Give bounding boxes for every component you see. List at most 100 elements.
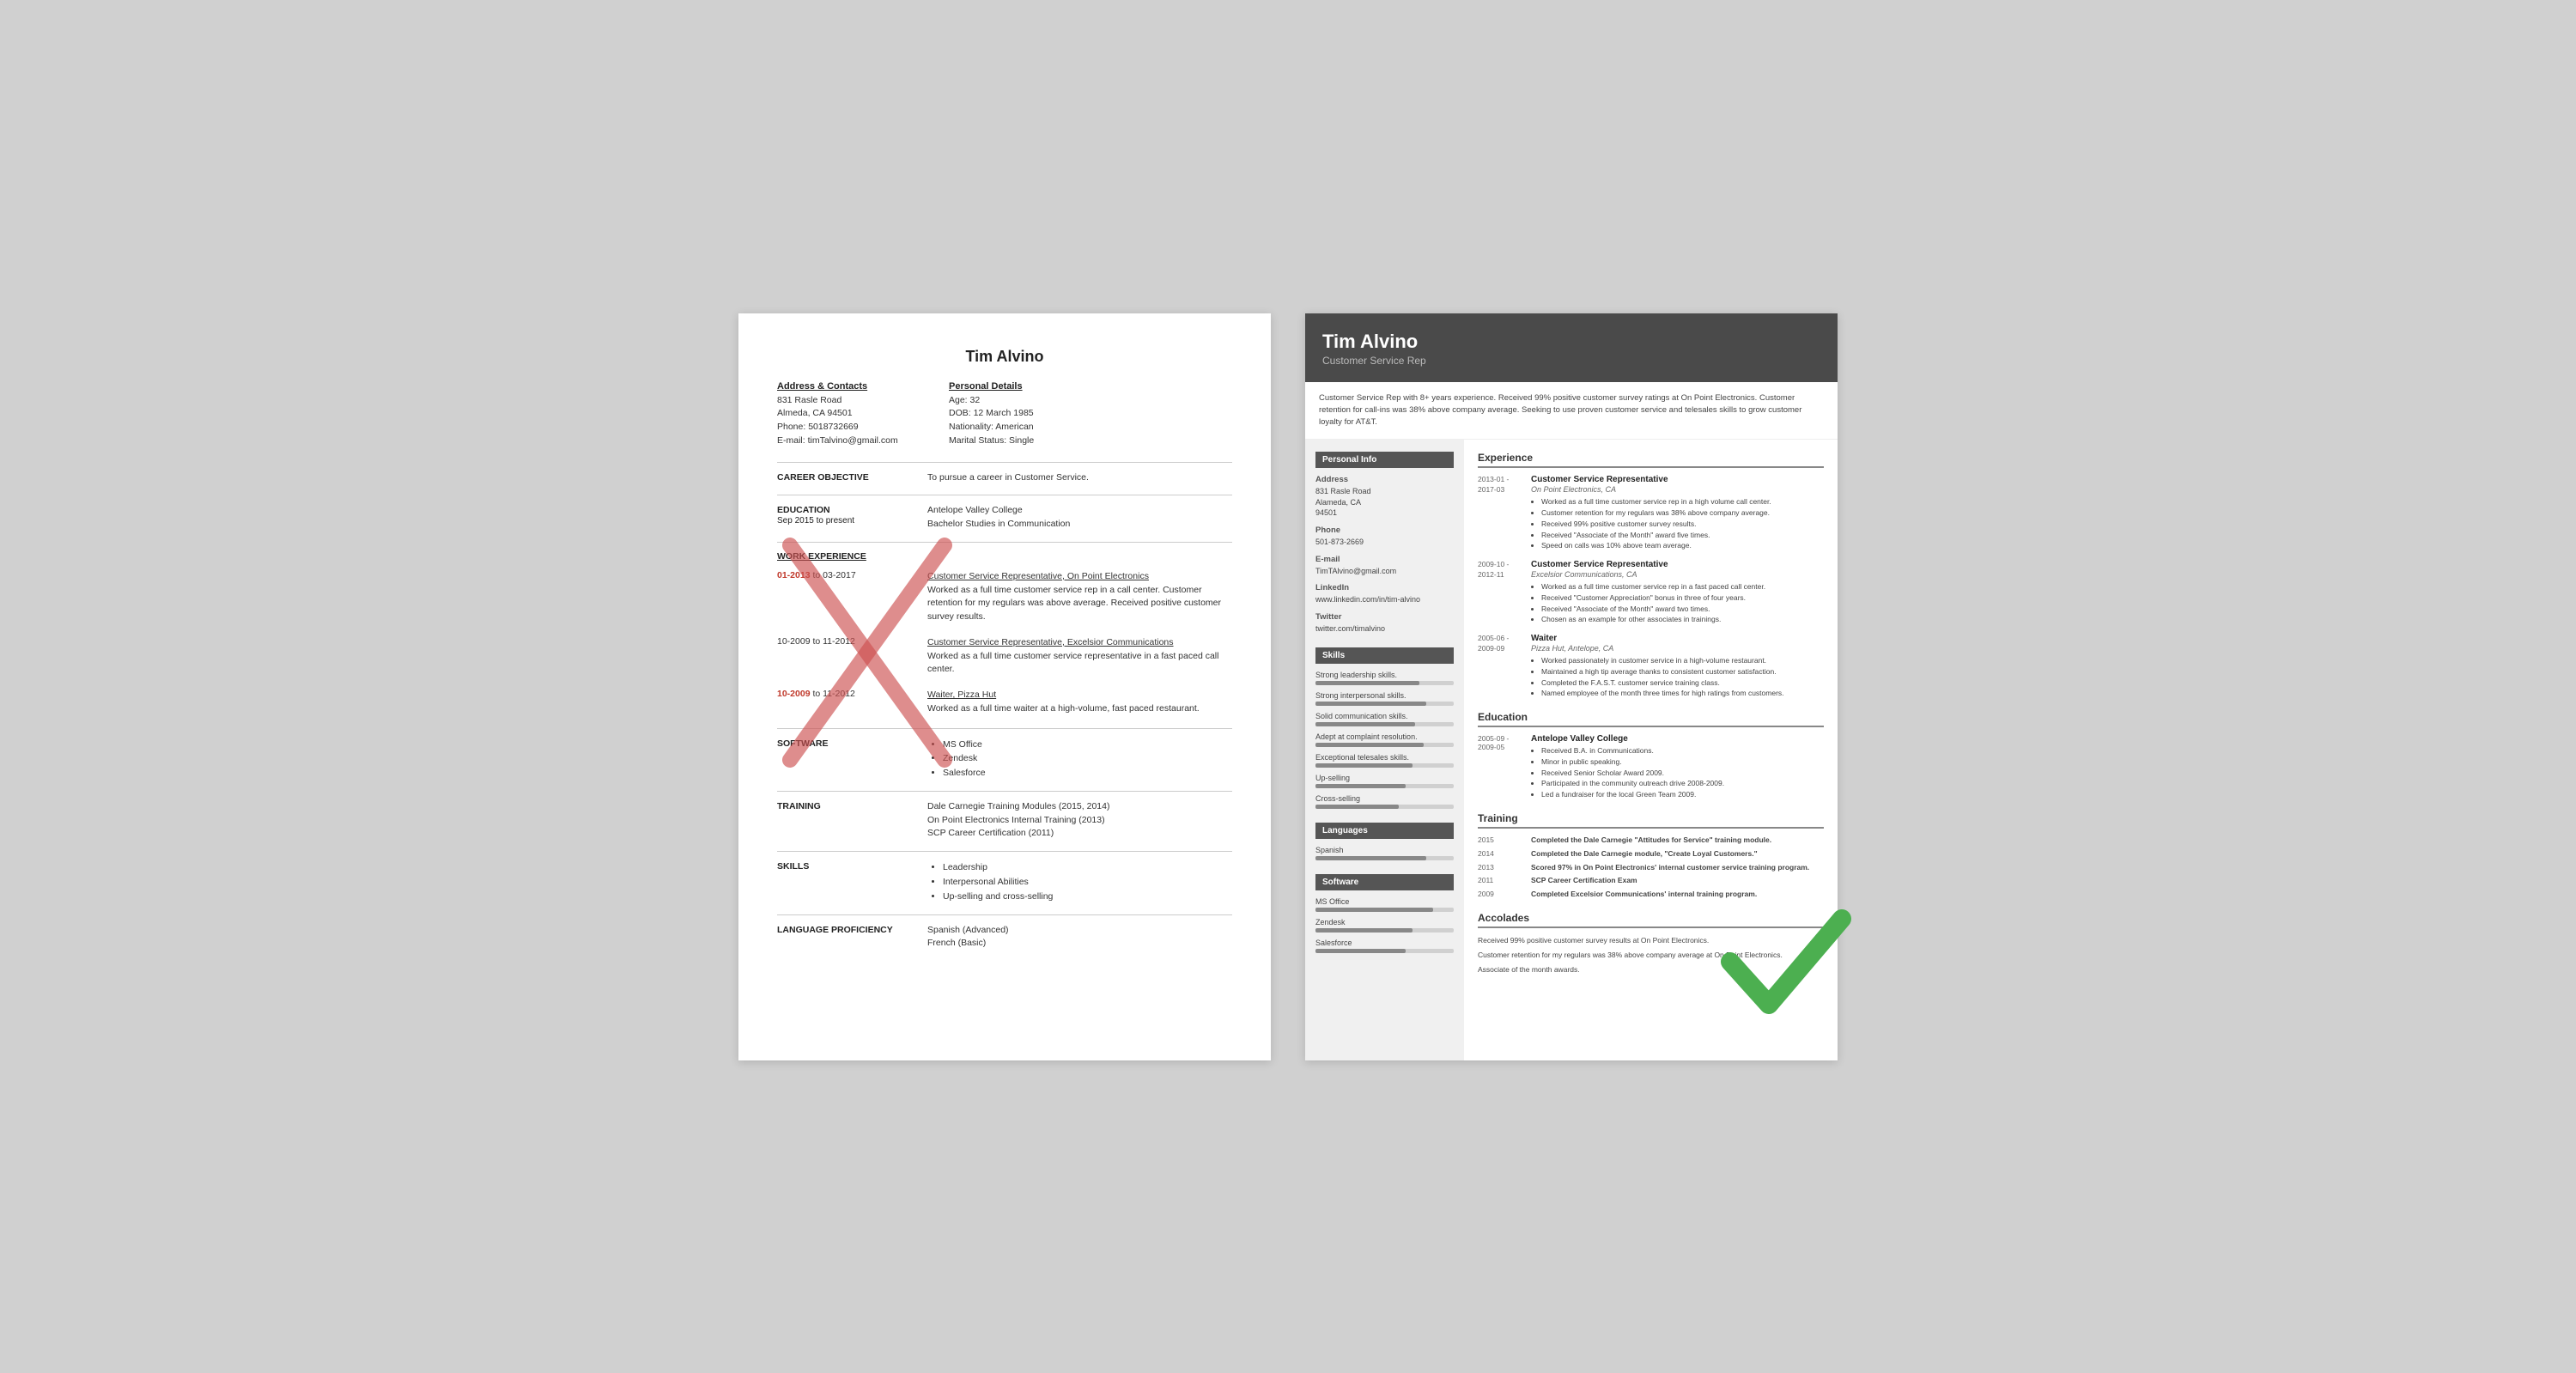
bad-address-text: 831 Rasle Road Almeda, CA 94501 Phone: 5… xyxy=(777,394,923,448)
exp-bullet: Chosen as an example for other associate… xyxy=(1541,614,1824,625)
good-resume-body: Personal Info Address 831 Rasle RoadAlam… xyxy=(1305,440,1838,1060)
bad-address-heading: Address & Contacts xyxy=(777,381,923,392)
sidebar-languages: Languages Spanish xyxy=(1315,823,1454,860)
exp-date-3: 2005-06 -2009-09 xyxy=(1478,634,1531,699)
sidebar-email-value: TimTAlvino@gmail.com xyxy=(1315,566,1454,577)
bad-language-label: LANGUAGE PROFICIENCY xyxy=(777,924,927,951)
sidebar-email-label: E-mail xyxy=(1315,555,1454,564)
sidebar-twitter-value: twitter.com/timalvino xyxy=(1315,623,1454,635)
bad-work-section: WORK EXPERIENCE 01-2013 to 03-2017 Custo… xyxy=(777,551,1232,716)
skill-complaint: Adept at complaint resolution. xyxy=(1315,732,1454,747)
main-accolades: Accolades Received 99% positive customer… xyxy=(1478,912,1824,975)
edu-bullet: Led a fundraiser for the local Green Tea… xyxy=(1541,789,1824,800)
bad-education-block: EDUCATION Sep 2015 to present Antelope V… xyxy=(777,504,1232,532)
sidebar-address-label: Address xyxy=(1315,475,1454,484)
bad-software-2: Zendesk xyxy=(943,751,1232,766)
good-sidebar: Personal Info Address 831 Rasle RoadAlam… xyxy=(1305,440,1464,1060)
exp-detail-3: Waiter Pizza Hut, Antelope, CA Worked pa… xyxy=(1531,634,1824,699)
bad-work-label: WORK EXPERIENCE xyxy=(777,551,1232,562)
education-title: Education xyxy=(1478,711,1824,727)
bad-work-date-2: 10-2009 to 11-2012 xyxy=(777,636,927,677)
bad-education-label: EDUCATION Sep 2015 to present xyxy=(777,504,927,532)
exp-bullet: Named employee of the month three times … xyxy=(1541,688,1824,699)
sidebar-software-title: Software xyxy=(1315,874,1454,890)
sidebar-personal: Personal Info Address 831 Rasle RoadAlam… xyxy=(1315,452,1454,634)
bad-personal-heading: Personal Details xyxy=(949,381,1232,392)
bad-software-content: MS Office Zendesk Salesforce xyxy=(927,738,1232,781)
bad-work-entry-2: 10-2009 to 11-2012 Customer Service Repr… xyxy=(777,636,1232,677)
bad-work-title-2: Customer Service Representative, Excelsi… xyxy=(927,637,1174,647)
exp-bullet: Received "Associate of the Month" award … xyxy=(1541,530,1824,541)
sidebar-software: Software MS Office Zendesk Salesforce xyxy=(1315,874,1454,953)
good-resume-title: Customer Service Rep xyxy=(1322,355,1820,367)
bad-training-label: TRAINING xyxy=(777,800,927,841)
bad-work-content-2: Customer Service Representative, Excelsi… xyxy=(927,636,1232,677)
skill-telesales: Exceptional telesales skills. xyxy=(1315,753,1454,768)
exp-bullet: Customer retention for my regulars was 3… xyxy=(1541,507,1824,519)
accolade-3: Associate of the month awards. xyxy=(1478,964,1824,975)
sidebar-phone-label: Phone xyxy=(1315,526,1454,535)
good-resume-name: Tim Alvino xyxy=(1322,331,1820,353)
bad-skill-2: Interpersonal Abilities xyxy=(943,875,1232,890)
accolades-title: Accolades xyxy=(1478,912,1824,928)
training-title: Training xyxy=(1478,812,1824,829)
good-main: Experience 2013-01 -2017-03 Customer Ser… xyxy=(1464,440,1838,1060)
skill-crossselling: Cross-selling xyxy=(1315,794,1454,809)
sw-msoffice: MS Office xyxy=(1315,897,1454,912)
training-entry-5: 2009 Completed Excelsior Communications'… xyxy=(1478,890,1824,900)
skill-leadership: Strong leadership skills. xyxy=(1315,671,1454,685)
bad-training-content: Dale Carnegie Training Modules (2015, 20… xyxy=(927,800,1232,841)
exp-detail-1: Customer Service Representative On Point… xyxy=(1531,475,1824,551)
training-entry-3: 2013 Scored 97% in On Point Electronics'… xyxy=(1478,863,1824,873)
exp-bullet: Worked passionately in customer service … xyxy=(1541,655,1824,666)
skill-communication: Solid communication skills. xyxy=(1315,712,1454,726)
bad-education-text: Antelope Valley College Bachelor Studies… xyxy=(927,504,1232,532)
edu-bullet: Received Senior Scholar Award 2009. xyxy=(1541,768,1824,779)
bad-skills-content: Leadership Interpersonal Abilities Up-se… xyxy=(927,860,1232,903)
main-training: Training 2015 Completed the Dale Carnegi… xyxy=(1478,812,1824,900)
bad-work-content-1: Customer Service Representative, On Poin… xyxy=(927,570,1232,624)
bad-skills-label: SKILLS xyxy=(777,860,927,903)
edu-bullet: Received B.A. in Communications. xyxy=(1541,745,1824,756)
sidebar-personal-title: Personal Info xyxy=(1315,452,1454,468)
edu-detail-1: Antelope Valley College Received B.A. in… xyxy=(1531,734,1824,800)
exp-date-2: 2009-10 -2012-11 xyxy=(1478,560,1531,625)
training-entry-1: 2015 Completed the Dale Carnegie "Attitu… xyxy=(1478,835,1824,846)
exp-bullet: Received "Customer Appreciation" bonus i… xyxy=(1541,592,1824,604)
bad-skill-1: Leadership xyxy=(943,860,1232,875)
exp-bullet: Maintained a high tip average thanks to … xyxy=(1541,666,1824,677)
bad-work-title-3: Waiter, Pizza Hut xyxy=(927,690,996,700)
bad-software-block: SOFTWARE MS Office Zendesk Salesforce xyxy=(777,738,1232,781)
exp-detail-2: Customer Service Representative Excelsio… xyxy=(1531,560,1824,625)
good-resume-wrapper: Tim Alvino Customer Service Rep Customer… xyxy=(1305,313,1838,1060)
bad-work-title-1: Customer Service Representative, On Poin… xyxy=(927,571,1149,581)
accolade-2: Customer retention for my regulars was 3… xyxy=(1478,950,1824,961)
exp-entry-3: 2005-06 -2009-09 Waiter Pizza Hut, Antel… xyxy=(1478,634,1824,699)
lang-spanish: Spanish xyxy=(1315,846,1454,860)
exp-bullet: Received 99% positive customer survey re… xyxy=(1541,519,1824,530)
good-resume-header: Tim Alvino Customer Service Rep xyxy=(1305,313,1838,382)
bad-work-entry-3: 10-2009 to 11-2012 Waiter, Pizza Hut Wor… xyxy=(777,689,1232,716)
bad-work-date-1: 01-2013 to 03-2017 xyxy=(777,570,927,624)
bad-training-block: TRAINING Dale Carnegie Training Modules … xyxy=(777,800,1232,841)
sidebar-languages-title: Languages xyxy=(1315,823,1454,839)
sidebar-skills: Skills Strong leadership skills. Strong … xyxy=(1315,647,1454,809)
bad-work-entry-1: 01-2013 to 03-2017 Customer Service Repr… xyxy=(777,570,1232,624)
main-education: Education 2005-09 -2009-05 Antelope Vall… xyxy=(1478,711,1824,800)
bad-resume: Tim Alvino Address & Contacts 831 Rasle … xyxy=(738,313,1271,1060)
edu-entry-1: 2005-09 -2009-05 Antelope Valley College… xyxy=(1478,734,1824,800)
edu-bullet: Minor in public speaking. xyxy=(1541,756,1824,768)
sidebar-address-value: 831 Rasle RoadAlameda, CA94501 xyxy=(1315,486,1454,519)
bad-skills-block: SKILLS Leadership Interpersonal Abilitie… xyxy=(777,860,1232,903)
bad-software-label: SOFTWARE xyxy=(777,738,927,781)
bad-education-date: Sep 2015 to present xyxy=(777,516,854,526)
bad-language-content: Spanish (Advanced) French (Basic) xyxy=(927,924,1232,951)
sw-zendesk: Zendesk xyxy=(1315,918,1454,933)
exp-bullet: Worked as a full time customer service r… xyxy=(1541,496,1824,507)
skill-interpersonal: Strong interpersonal skills. xyxy=(1315,691,1454,706)
sidebar-twitter-label: Twitter xyxy=(1315,612,1454,622)
edu-date-1: 2005-09 -2009-05 xyxy=(1478,734,1531,800)
good-resume: Tim Alvino Customer Service Rep Customer… xyxy=(1305,313,1838,1060)
bad-software-1: MS Office xyxy=(943,738,1232,752)
edu-bullet: Participated in the community outreach d… xyxy=(1541,778,1824,789)
